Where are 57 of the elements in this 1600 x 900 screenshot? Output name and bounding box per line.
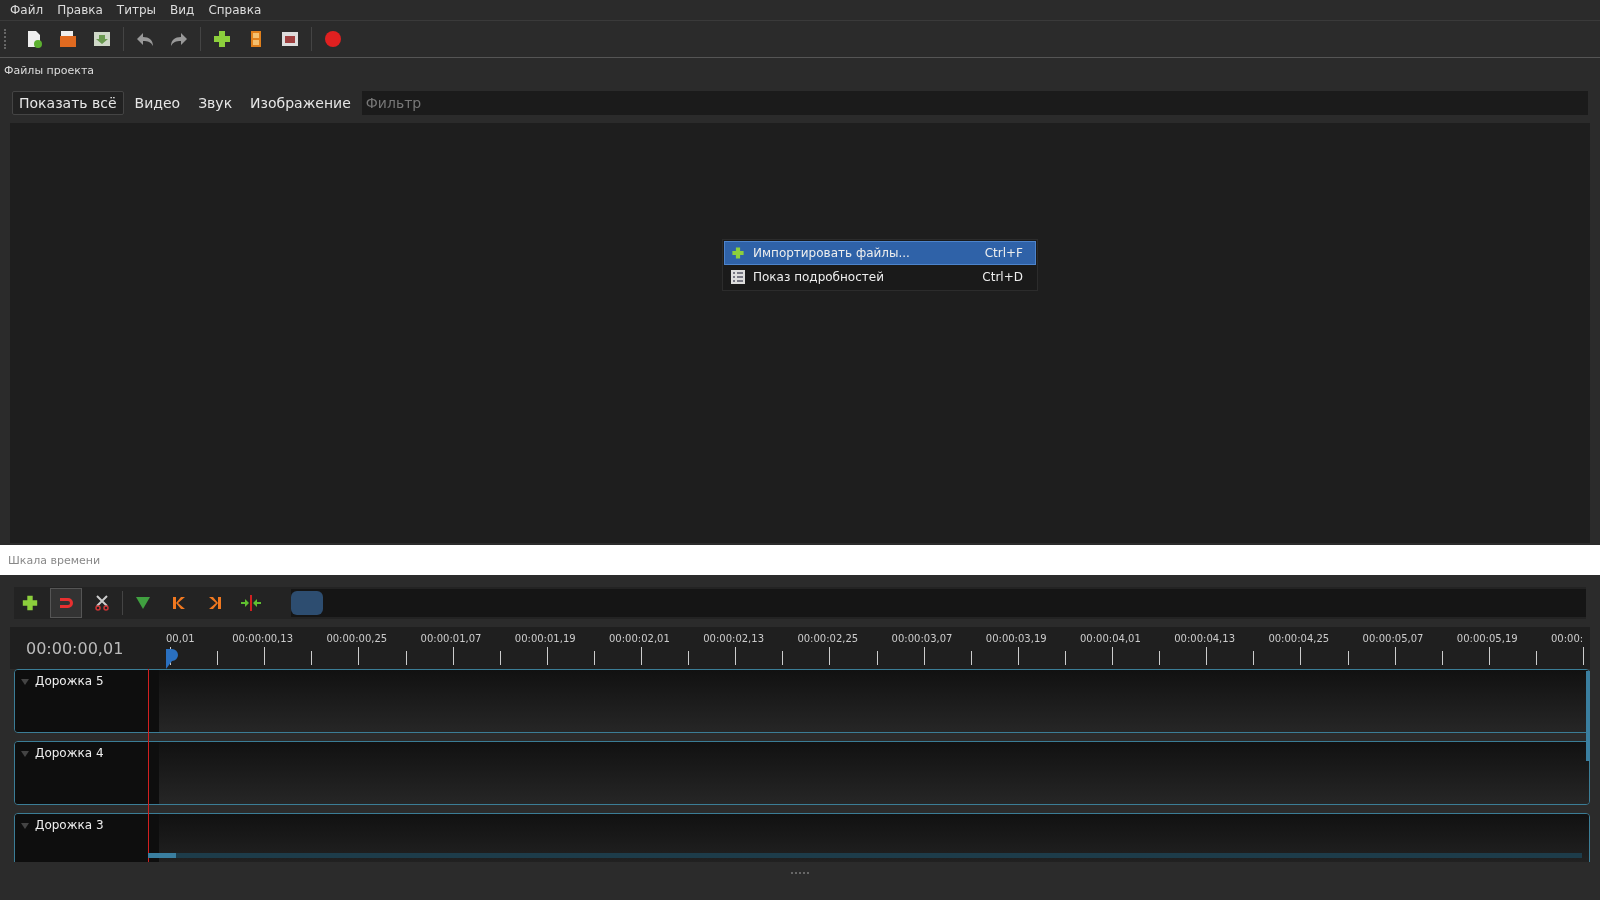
record-icon[interactable] <box>323 29 343 49</box>
time-label: 00:00:04,13 <box>1174 633 1235 644</box>
time-label: 00:00:05,19 <box>1456 633 1518 644</box>
menu-item[interactable]: Файл <box>4 3 50 17</box>
zoom-handle[interactable] <box>291 591 323 615</box>
time-label: 00:00:04,01 <box>1080 633 1141 644</box>
horizontal-scrollbar[interactable] <box>148 853 1582 858</box>
time-label: 00:00:05,07 <box>1362 633 1424 644</box>
filter-field[interactable]: Фильтр <box>361 91 1588 115</box>
jump-start-icon[interactable] <box>171 595 187 611</box>
time-label: 00:00:03,07 <box>891 633 953 644</box>
menu-item[interactable]: Справка <box>202 3 268 17</box>
panel-title: Файлы проекта <box>4 64 95 77</box>
track-name: Дорожка 3 <box>35 818 104 832</box>
menu-item[interactable]: Титры <box>110 3 163 17</box>
center-playhead-icon[interactable] <box>240 595 262 611</box>
menu-item[interactable]: Правка <box>51 3 109 17</box>
playhead-icon[interactable] <box>166 649 178 669</box>
screen-icon[interactable] <box>280 29 300 49</box>
triangle-marker-icon[interactable] <box>135 595 151 611</box>
menu-label: Импортировать файлы... <box>753 246 911 260</box>
time-label: 00:00:00,13 <box>232 633 293 644</box>
zoom-slider[interactable] <box>291 589 1586 617</box>
list-icon <box>731 270 745 284</box>
scissors-icon[interactable] <box>94 595 110 611</box>
filter-tab[interactable]: Изображение <box>243 91 358 115</box>
time-label: 00:00:01,07 <box>420 633 482 644</box>
plus-icon <box>731 246 745 260</box>
time-label: 00:00:02,01 <box>609 633 670 644</box>
folder-icon[interactable] <box>58 29 78 49</box>
shortcut-label: Ctrl+D <box>982 270 1023 284</box>
plus-icon[interactable] <box>21 594 39 612</box>
time-label: 00,01 <box>166 633 195 644</box>
filter-tab[interactable]: Звук <box>191 91 240 115</box>
track-name: Дорожка 5 <box>35 674 104 688</box>
save-icon[interactable] <box>92 29 112 49</box>
time-label: 00:00:01,19 <box>514 633 576 644</box>
track-name: Дорожка 4 <box>35 746 104 760</box>
vertical-scrollbar[interactable] <box>1586 671 1590 761</box>
time-label: 00:00:04,25 <box>1268 633 1330 644</box>
shortcut-label: Ctrl+F <box>984 246 1023 260</box>
menu-item[interactable]: Вид <box>164 3 201 17</box>
plus-icon[interactable] <box>212 29 232 49</box>
panel-title: Шкала времени <box>8 553 101 567</box>
filter-tab[interactable]: Видео <box>127 91 188 115</box>
filter-tab[interactable]: Показать всё <box>12 91 124 115</box>
context-menu-item[interactable]: Показ подробностей Ctrl+D <box>724 265 1036 289</box>
time-label: 00:00:02,25 <box>797 633 859 644</box>
time-label: 00:00:03,19 <box>985 633 1047 644</box>
jump-end-icon[interactable] <box>207 595 223 611</box>
magnet-icon[interactable] <box>58 595 74 611</box>
context-menu-item[interactable]: Импортировать файлы... Ctrl+F <box>724 241 1036 265</box>
time-label: 00:00: <box>1551 633 1584 644</box>
current-time: 00:00:00,01 <box>25 637 125 660</box>
menu-label: Показ подробностей <box>753 270 885 284</box>
time-label: 00:00:00,25 <box>326 633 388 644</box>
time-label: 00:00:02,13 <box>703 633 764 644</box>
